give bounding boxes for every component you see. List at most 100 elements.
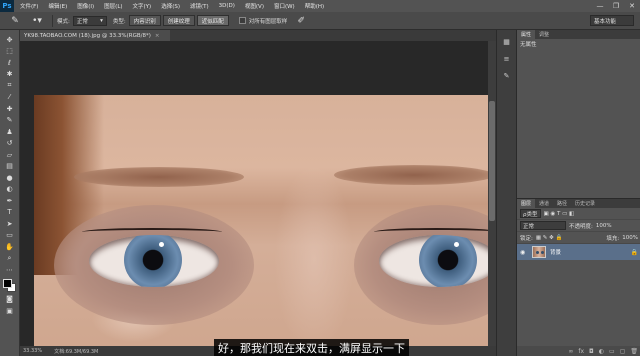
mask-icon[interactable]: ◘	[589, 348, 594, 355]
brush-size-icon[interactable]: •▾	[26, 14, 48, 28]
properties-tabs: 属性 调整	[517, 30, 640, 39]
menu-file[interactable]: 文件(F)	[20, 2, 38, 10]
brush-panel-icon[interactable]: ✎	[501, 70, 513, 82]
gradient-icon[interactable]: ▤	[2, 161, 18, 173]
history-brush-icon[interactable]: ↺	[2, 138, 18, 150]
right-eye-glint	[454, 242, 459, 247]
document-tab-title: YK98.TAOBAO.COM (18).jpg @ 33.3%(RGB/8*)	[24, 32, 151, 39]
menu-edit[interactable]: 编辑(E)	[48, 2, 67, 10]
folder-icon[interactable]: ▭	[609, 348, 615, 355]
photo-image[interactable]	[34, 95, 488, 346]
right-eyebrow	[334, 165, 488, 185]
tab-history[interactable]: 历史记录	[571, 199, 599, 208]
menu-filter[interactable]: 滤镜(T)	[190, 2, 209, 10]
create-texture-button[interactable]: 创建纹理	[162, 15, 195, 26]
more-tools-icon[interactable]: ⋯	[2, 264, 18, 276]
history-panel-icon[interactable]: ▦	[501, 36, 513, 48]
document-size: 文档:69.3M/69.3M	[54, 348, 99, 355]
hand-icon[interactable]: ✋	[2, 241, 18, 253]
layers-footer: ∞ fx ◘ ◐ ▭ ▢ 🗑	[517, 346, 640, 356]
eraser-icon[interactable]: ▱	[2, 149, 18, 161]
layer-filter-row: ρ类型 ▣ ◉ T ▭ ◧	[517, 208, 640, 220]
fill-label: 填充:	[606, 235, 620, 242]
canvas-area[interactable]	[20, 41, 488, 346]
lock-icons[interactable]: ▦ ✎ ✥ 🔒	[536, 235, 563, 241]
link-icon[interactable]: ∞	[568, 348, 573, 355]
sample-all-label: 对所有图层取样	[248, 18, 288, 25]
tab-properties[interactable]: 属性	[517, 30, 536, 39]
clone-stamp-icon[interactable]: ♟	[2, 126, 18, 138]
vertical-scrollbar[interactable]	[488, 41, 496, 346]
menu-bar: Ps 文件(F) 编辑(E) 图像(I) 图层(L) 文字(Y) 选择(S) 滤…	[0, 0, 640, 12]
menu-3d[interactable]: 3D(D)	[219, 3, 235, 9]
fx-icon[interactable]: fx	[578, 348, 584, 355]
properties-panel-icon[interactable]: ≡	[501, 53, 513, 65]
tab-adjustments[interactable]: 调整	[535, 30, 553, 39]
document-tab[interactable]: YK98.TAOBAO.COM (18).jpg @ 33.3%(RGB/8*)…	[20, 30, 170, 41]
menu-window[interactable]: 窗口(W)	[274, 2, 295, 10]
scrollbar-thumb[interactable]	[489, 101, 495, 221]
blend-row: 正常 不透明度: 100%	[517, 220, 640, 232]
proximity-match-button[interactable]: 近似匹配	[196, 15, 229, 26]
zoom-level[interactable]: 33.33%	[23, 348, 42, 354]
opacity-value[interactable]: 100%	[596, 223, 612, 229]
menu-type[interactable]: 文字(Y)	[133, 2, 152, 10]
layer-filter-select[interactable]: ρ类型	[520, 209, 541, 218]
panel-icon-strip: ▦ ≡ ✎	[496, 30, 516, 356]
minimize-button[interactable]: —	[592, 0, 608, 12]
layer-background[interactable]: ◉ 背景 🔒	[517, 244, 640, 260]
close-icon[interactable]: ×	[155, 33, 160, 39]
restore-button[interactable]: ❐	[608, 0, 624, 12]
dodge-icon[interactable]: ◐	[2, 184, 18, 196]
spot-heal-icon[interactable]: ✚	[2, 103, 18, 115]
left-eye-glint	[159, 242, 164, 247]
blur-icon[interactable]: ●	[2, 172, 18, 184]
mode-value: 正常	[76, 18, 88, 25]
menu-select[interactable]: 选择(S)	[161, 2, 180, 10]
zoom-icon[interactable]: ⌕	[2, 253, 18, 265]
workspace-select[interactable]: 基本功能	[590, 15, 634, 26]
sample-all-checkbox[interactable]	[238, 17, 246, 24]
trash-icon[interactable]: 🗑	[630, 348, 638, 355]
pressure-icon[interactable]: ✐	[290, 14, 312, 28]
filter-icons[interactable]: ▣ ◉ T ▭ ◧	[544, 211, 575, 217]
eyedropper-icon[interactable]: ⁄	[2, 92, 18, 104]
type-icon[interactable]: T	[2, 207, 18, 219]
fill-value[interactable]: 100%	[622, 235, 638, 241]
blend-mode-select[interactable]: 正常	[520, 221, 566, 230]
rectangle-icon[interactable]: ▭	[2, 230, 18, 242]
crop-icon[interactable]: ⌗	[2, 80, 18, 92]
right-eye	[379, 235, 488, 287]
layers-panel: 图层 通道 路径 历史记录 ρ类型 ▣ ◉ T ▭ ◧ 正常 不透明度: 100…	[517, 198, 640, 356]
spot-heal-icon[interactable]: ✎	[4, 14, 26, 28]
move-icon[interactable]: ✥	[2, 34, 18, 46]
close-button[interactable]: ✕	[624, 0, 640, 12]
chevron-down-icon: ▾	[100, 17, 103, 24]
visibility-eye-icon[interactable]: ◉	[520, 249, 528, 256]
opacity-label: 不透明度:	[569, 223, 593, 230]
mode-select[interactable]: 正常 ▾	[72, 15, 107, 26]
menu-help[interactable]: 帮助(H)	[305, 2, 324, 10]
quick-mask-icon[interactable]: ◙	[2, 294, 18, 306]
path-select-icon[interactable]: ➤	[2, 218, 18, 230]
color-swatches[interactable]	[2, 278, 18, 294]
screen-mode-icon[interactable]: ▣	[2, 305, 18, 317]
marquee-icon[interactable]: ⬚	[2, 46, 18, 58]
brush-icon[interactable]: ✎	[2, 115, 18, 127]
tab-paths[interactable]: 路径	[553, 199, 571, 208]
content-aware-button[interactable]: 内容识别	[128, 15, 161, 26]
quick-select-icon[interactable]: ✱	[2, 69, 18, 81]
video-subtitle: 好，那我们现在来双击，满屏显示一下	[214, 339, 409, 356]
new-layer-icon[interactable]: ▢	[620, 348, 626, 355]
tab-layers[interactable]: 图层	[517, 199, 536, 208]
adjustment-icon[interactable]: ◐	[599, 348, 604, 355]
foreground-color-swatch[interactable]	[2, 278, 12, 288]
lasso-icon[interactable]: ℓ	[2, 57, 18, 69]
menu-image[interactable]: 图像(I)	[77, 2, 94, 10]
tab-channels[interactable]: 通道	[535, 199, 553, 208]
left-eyebrow	[74, 167, 244, 187]
pen-icon[interactable]: ✒	[2, 195, 18, 207]
menu-view[interactable]: 视图(V)	[245, 2, 264, 10]
left-iris	[124, 235, 182, 287]
menu-layer[interactable]: 图层(L)	[104, 2, 122, 10]
